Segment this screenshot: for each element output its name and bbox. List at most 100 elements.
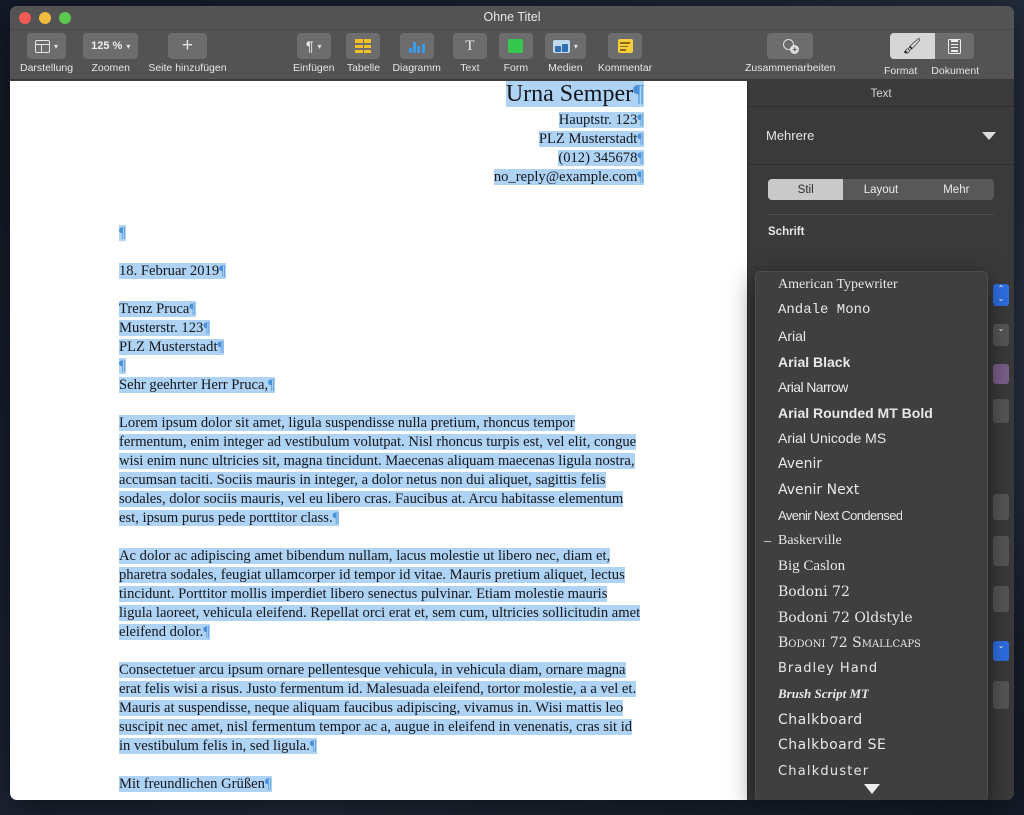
font-menu-item[interactable]: Brush Script MT <box>756 682 987 708</box>
font-name: Chalkboard <box>778 711 863 728</box>
chevron-down-icon: ▾ <box>126 41 131 51</box>
font-family-dropdown[interactable]: American Typewriter Andale Mono Arial Ar… <box>755 271 988 800</box>
font-menu-item[interactable]: Arial Rounded MT Bold <box>756 400 987 426</box>
toolbar-zoom[interactable]: 125 % ▾ Zoomen <box>83 33 139 74</box>
pilcrow-icon: ¶ <box>305 38 314 54</box>
paragraph-style-selector[interactable]: Mehrere <box>748 107 1014 165</box>
font-name: Andale Mono <box>778 302 871 319</box>
toolbar-view[interactable]: ▾ Darstellung <box>20 33 73 74</box>
date-line: 18. Februar 2019¶ <box>119 262 644 281</box>
sender-phone-line: (012) 345678¶ <box>119 149 644 168</box>
font-menu-item[interactable]: Bradley Hand <box>756 656 987 682</box>
font-menu-item[interactable]: Bodoni 72 Smallcaps <box>756 630 987 656</box>
text-button[interactable]: T <box>452 33 487 59</box>
collaborate-button[interactable]: + <box>767 33 814 59</box>
font-menu-item[interactable]: Arial Black <box>756 349 987 375</box>
font-name: Arial Narrow <box>778 379 848 396</box>
font-check-mark: – <box>764 533 772 549</box>
document-canvas[interactable]: Urna Semper¶ Hauptstr. 123¶ PLZ Musterst… <box>10 81 747 800</box>
toolbar-add-page[interactable]: + Seite hinzufügen <box>148 33 227 74</box>
shape-button[interactable] <box>498 33 533 59</box>
font-family-popup-peek[interactable]: ⌃ ⌄ <box>993 284 1009 306</box>
font-menu-item[interactable]: Avenir Next <box>756 477 987 503</box>
inspector-header: Text <box>748 81 1014 107</box>
shape-icon <box>508 39 524 53</box>
pilcrow-icon: ¶ <box>203 623 210 640</box>
font-menu-item[interactable]: Chalkboard SE <box>756 733 987 759</box>
tab-mehr[interactable]: Mehr <box>919 179 994 200</box>
toolbar-comment[interactable]: Kommentar <box>598 33 652 74</box>
pilcrow-icon: ¶ <box>203 320 210 337</box>
main-toolbar: ▾ Darstellung 125 % ▾ Zoomen + Seite hin… <box>10 30 1014 80</box>
pilcrow-icon: ¶ <box>119 358 126 375</box>
inspector-tabs: Stil Layout Mehr <box>768 179 994 200</box>
format-tab-button[interactable]: 🖌 <box>889 33 935 59</box>
font-menu-item[interactable]: American Typewriter <box>756 272 987 298</box>
font-menu-item[interactable]: Arial <box>756 323 987 349</box>
font-name: Bodoni 72 <box>778 583 850 600</box>
plus-icon: + <box>181 35 194 56</box>
font-menu-item[interactable]: Andale Mono <box>756 298 987 324</box>
text-color-well-peek[interactable] <box>993 364 1009 384</box>
document-page[interactable]: Urna Semper¶ Hauptstr. 123¶ PLZ Musterst… <box>10 81 747 792</box>
inspector-divider <box>768 214 994 215</box>
insert-button[interactable]: ¶ ▾ <box>296 33 331 59</box>
chevron-down-icon[interactable] <box>982 131 996 140</box>
font-size-stepper-peek[interactable] <box>993 399 1009 423</box>
toolbar-table[interactable]: Tabelle <box>346 33 381 74</box>
spacing-popup-peek[interactable]: ⌄ <box>993 641 1009 661</box>
tab-stil[interactable]: Stil <box>768 179 844 200</box>
toolbar-shape[interactable]: Form <box>498 33 533 74</box>
paragraph-text: Consectetuer arcu ipsum ornare pellentes… <box>119 661 637 754</box>
list-group-peek[interactable] <box>993 586 1009 612</box>
alignment-group-peek[interactable] <box>993 536 1009 566</box>
chevron-down-icon[interactable] <box>863 784 880 794</box>
font-menu-scroll-down[interactable] <box>756 779 987 799</box>
chevron-down-icon: ▾ <box>317 41 322 51</box>
font-name: Bradley Hand <box>778 661 879 677</box>
recipient-name: Trenz Pruca <box>119 301 190 318</box>
closing: Mit freundlichen Grüßen <box>119 775 265 792</box>
toolbar-media[interactable]: ▾ Medien <box>544 33 586 74</box>
pilcrow-icon: ¶ <box>119 225 126 242</box>
shape-label: Form <box>503 62 529 74</box>
paragraph-style-value: Mehrere <box>766 128 815 143</box>
table-button[interactable] <box>346 33 381 59</box>
font-menu-item[interactable]: Bodoni 72 Oldstyle <box>756 605 987 631</box>
toolbar-collaborate[interactable]: + Zusammenarbeiten <box>745 33 835 74</box>
chart-button[interactable] <box>399 33 434 59</box>
bold-italic-group-peek[interactable] <box>993 494 1009 520</box>
font-menu-item[interactable]: Avenir Next Condensed <box>756 502 987 528</box>
font-name: American Typewriter <box>778 276 898 292</box>
zoom-select[interactable]: 125 % ▾ <box>83 33 139 59</box>
add-page-button[interactable]: + <box>167 33 208 59</box>
toolbar-text[interactable]: T Text <box>452 33 487 74</box>
media-button[interactable]: ▾ <box>544 33 586 59</box>
font-menu-item[interactable]: Bodoni 72 <box>756 579 987 605</box>
table-icon <box>355 39 372 53</box>
font-menu-item[interactable]: Arial Narrow <box>756 374 987 400</box>
pilcrow-icon: ¶ <box>219 263 226 280</box>
text-icon: T <box>465 38 475 54</box>
indent-group-peek[interactable] <box>993 681 1009 709</box>
toolbar-insert[interactable]: ¶ ▾ Einfügen <box>293 33 334 74</box>
toolbar-chart[interactable]: Diagramm <box>392 33 441 74</box>
view-button[interactable]: ▾ <box>27 33 67 59</box>
tab-layout[interactable]: Layout <box>843 179 918 200</box>
paragraph-text: Lorem ipsum dolor sit amet, ligula suspe… <box>119 415 637 527</box>
comment-button[interactable] <box>608 33 643 59</box>
font-menu-item[interactable]: – Baskerville <box>756 528 987 554</box>
typeface-popup-peek[interactable]: ⌄ <box>993 324 1009 346</box>
letter-body[interactable]: Urna Semper¶ Hauptstr. 123¶ PLZ Musterst… <box>119 81 644 800</box>
collaborate-label: Zusammenarbeiten <box>745 62 836 74</box>
font-menu-item[interactable]: Big Caslon <box>756 554 987 580</box>
font-menu-item[interactable]: Avenir <box>756 451 987 477</box>
text-label: Text <box>460 62 480 74</box>
font-name: Chalkduster <box>778 763 870 779</box>
document-tab-button[interactable] <box>935 33 974 59</box>
sender-email-line: no_reply@example.com¶ <box>119 168 644 187</box>
font-menu-item[interactable]: Chalkboard <box>756 707 987 733</box>
recipient-city: PLZ Musterstadt <box>119 339 218 356</box>
font-menu-item[interactable]: Arial Unicode MS <box>756 426 987 452</box>
